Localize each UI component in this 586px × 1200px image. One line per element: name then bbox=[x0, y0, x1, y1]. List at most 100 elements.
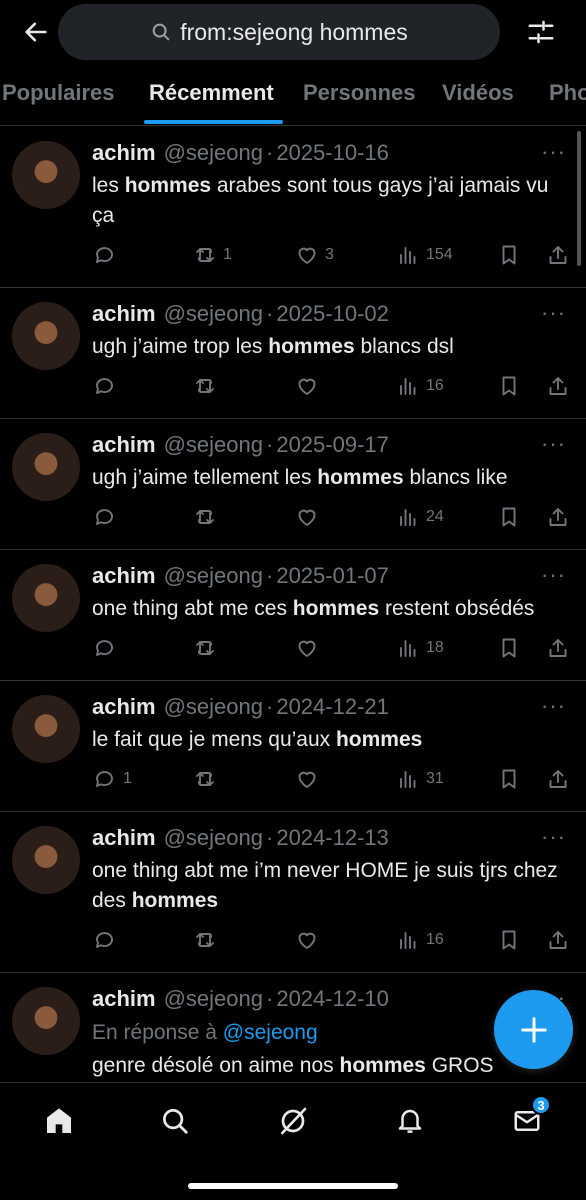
tweet-date[interactable]: 2024-12-21 bbox=[276, 693, 389, 721]
nav-explore[interactable] bbox=[155, 1101, 195, 1141]
reply-button[interactable]: 1 bbox=[93, 767, 132, 791]
like-button[interactable] bbox=[295, 374, 325, 398]
views-button[interactable]: 16 bbox=[396, 374, 444, 398]
bookmark-button[interactable] bbox=[497, 374, 521, 398]
user-handle[interactable]: @sejeong bbox=[164, 300, 263, 328]
user-handle[interactable]: @sejeong bbox=[164, 824, 263, 852]
scrollbar[interactable] bbox=[577, 131, 581, 266]
share-button[interactable] bbox=[546, 505, 570, 529]
tweet-date[interactable]: 2025-10-02 bbox=[276, 300, 389, 328]
tweet[interactable]: ··· achim @sejeong · 2025-09-17 ugh j’aime te… bbox=[0, 419, 586, 550]
retweet-button[interactable] bbox=[193, 374, 223, 398]
avatar[interactable] bbox=[12, 141, 80, 209]
more-options-button[interactable]: ··· bbox=[541, 431, 566, 457]
nav-grok[interactable] bbox=[273, 1101, 313, 1141]
reply-button[interactable] bbox=[93, 928, 123, 952]
user-handle[interactable]: @sejeong bbox=[164, 693, 263, 721]
views-button[interactable]: 154 bbox=[396, 243, 453, 267]
avatar[interactable] bbox=[12, 302, 80, 370]
tab-videos[interactable]: Vidéos bbox=[442, 80, 514, 106]
tweet[interactable]: ··· achim @sejeong · 2025-01-07 one thing abt… bbox=[0, 550, 586, 681]
share-button[interactable] bbox=[546, 374, 570, 398]
bookmark-button[interactable] bbox=[497, 636, 521, 660]
tweet-date[interactable]: 2025-09-17 bbox=[276, 431, 389, 459]
like-button[interactable]: 3 bbox=[295, 243, 334, 267]
user-handle[interactable]: @sejeong bbox=[164, 562, 263, 590]
like-button[interactable] bbox=[295, 636, 325, 660]
tweet[interactable]: ··· achim @sejeong · 2025-10-02 ugh j’aime tr… bbox=[0, 288, 586, 419]
views-button[interactable]: 31 bbox=[396, 767, 444, 791]
compose-button[interactable] bbox=[494, 990, 573, 1069]
tweet[interactable]: ··· achim @sejeong · 2024-12-21 le fait que j… bbox=[0, 681, 586, 812]
bookmark-button[interactable] bbox=[497, 243, 521, 267]
tab-personnes[interactable]: Personnes bbox=[303, 80, 416, 106]
more-options-button[interactable]: ··· bbox=[541, 562, 566, 588]
views-button[interactable]: 16 bbox=[396, 928, 444, 952]
share-button[interactable] bbox=[546, 243, 570, 267]
avatar[interactable] bbox=[12, 564, 80, 632]
display-name[interactable]: achim bbox=[92, 824, 156, 852]
like-button[interactable] bbox=[295, 767, 325, 791]
nav-notifications[interactable] bbox=[390, 1101, 430, 1141]
views-button[interactable]: 24 bbox=[396, 505, 444, 529]
avatar[interactable] bbox=[12, 695, 80, 763]
user-handle[interactable]: @sejeong bbox=[164, 431, 263, 459]
tweet[interactable]: ··· achim @sejeong · 2025-10-16 les hommes ar… bbox=[0, 127, 586, 288]
reply-button[interactable] bbox=[93, 243, 123, 267]
like-icon bbox=[298, 771, 316, 788]
tweet-date[interactable]: 2024-12-10 bbox=[276, 985, 389, 1013]
tweet-date[interactable]: 2025-01-07 bbox=[276, 562, 389, 590]
more-options-button[interactable]: ··· bbox=[541, 824, 566, 850]
like-button[interactable] bbox=[295, 928, 325, 952]
search-input[interactable]: from:sejeong hommes bbox=[58, 4, 500, 60]
retweet-button[interactable] bbox=[193, 636, 223, 660]
bookmark-button[interactable] bbox=[497, 505, 521, 529]
reply-button[interactable] bbox=[93, 636, 123, 660]
share-button[interactable] bbox=[546, 767, 570, 791]
tweet-date[interactable]: 2024-12-13 bbox=[276, 824, 389, 852]
reply-button[interactable] bbox=[93, 374, 123, 398]
tab-photos[interactable]: Pho bbox=[549, 80, 586, 106]
bookmark-button[interactable] bbox=[497, 767, 521, 791]
reply-button[interactable] bbox=[93, 505, 123, 529]
like-icon bbox=[298, 640, 316, 657]
retweet-button[interactable] bbox=[193, 505, 223, 529]
more-options-button[interactable]: ··· bbox=[541, 300, 566, 326]
avatar[interactable] bbox=[12, 433, 80, 501]
tweet[interactable]: ··· achim @sejeong · 2024-12-13 one thing abt… bbox=[0, 812, 586, 973]
nav-home[interactable] bbox=[39, 1101, 79, 1141]
home-indicator[interactable] bbox=[188, 1183, 398, 1189]
user-handle[interactable]: @sejeong bbox=[164, 139, 263, 167]
avatar[interactable] bbox=[12, 826, 80, 894]
like-button[interactable] bbox=[295, 505, 325, 529]
bookmark-icon bbox=[502, 376, 516, 396]
share-button[interactable] bbox=[546, 928, 570, 952]
back-button[interactable] bbox=[18, 14, 54, 50]
avatar[interactable] bbox=[12, 987, 80, 1055]
retweet-button[interactable]: 1 bbox=[193, 243, 232, 267]
display-name[interactable]: achim bbox=[92, 693, 156, 721]
views-button[interactable]: 18 bbox=[396, 636, 444, 660]
user-handle[interactable]: @sejeong bbox=[164, 985, 263, 1013]
more-options-button[interactable]: ··· bbox=[541, 693, 566, 719]
retweet-button[interactable] bbox=[193, 928, 223, 952]
search-filters-button[interactable] bbox=[522, 14, 560, 50]
display-name[interactable]: achim bbox=[92, 562, 156, 590]
nav-messages[interactable]: 3 bbox=[507, 1095, 551, 1141]
display-name[interactable]: achim bbox=[92, 139, 156, 167]
reply-icon bbox=[96, 932, 113, 948]
display-name[interactable]: achim bbox=[92, 300, 156, 328]
more-options-button[interactable]: ··· bbox=[541, 139, 566, 165]
reply-mention[interactable]: @sejeong bbox=[223, 1021, 318, 1044]
tab-recemment[interactable]: Récemment bbox=[149, 80, 274, 106]
display-name[interactable]: achim bbox=[92, 431, 156, 459]
retweet-button[interactable] bbox=[193, 767, 223, 791]
tab-populaires[interactable]: Populaires bbox=[2, 80, 114, 106]
tweet-feed[interactable]: ··· achim @sejeong · 2025-10-16 les hommes ar… bbox=[0, 127, 586, 1082]
bookmark-button[interactable] bbox=[497, 928, 521, 952]
tweet-date[interactable]: 2025-10-16 bbox=[276, 139, 389, 167]
display-name[interactable]: achim bbox=[92, 985, 156, 1013]
search-icon bbox=[152, 23, 170, 41]
share-button[interactable] bbox=[546, 636, 570, 660]
text-segment: one thing abt me ces bbox=[92, 597, 293, 620]
